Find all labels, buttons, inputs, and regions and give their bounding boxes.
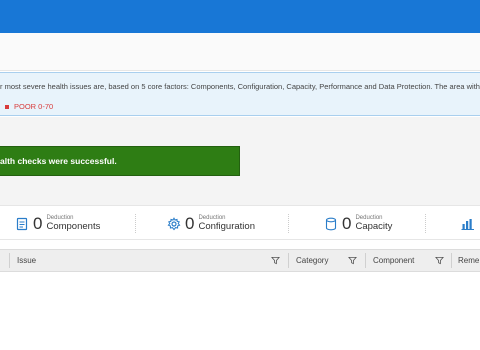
column-separator bbox=[451, 253, 452, 268]
column-header-issue-label: Issue bbox=[17, 256, 37, 265]
bar-chart-icon bbox=[461, 218, 474, 230]
deduction-summary: 0 Deduction Components 0 Deduction Confi… bbox=[0, 205, 480, 240]
database-icon bbox=[325, 217, 337, 230]
column-header-category[interactable]: Category bbox=[296, 250, 328, 271]
column-header-component-label: Component bbox=[373, 256, 415, 265]
metric-divider bbox=[288, 214, 289, 233]
gear-icon bbox=[167, 216, 181, 230]
success-message-text: alth checks were successful. bbox=[0, 156, 117, 166]
column-separator bbox=[9, 253, 10, 268]
components-label: Components bbox=[46, 221, 101, 233]
column-header-remediation-label: Reme bbox=[458, 256, 480, 265]
toolbar-area bbox=[0, 33, 480, 71]
app-header-bar bbox=[0, 0, 480, 33]
configuration-count: 0 bbox=[185, 214, 195, 233]
column-header-issue[interactable]: Issue bbox=[17, 250, 36, 271]
metric-configuration[interactable]: 0 Deduction Configuration bbox=[167, 206, 255, 241]
metric-divider bbox=[135, 214, 136, 233]
metric-divider bbox=[425, 214, 426, 233]
column-header-category-label: Category bbox=[296, 256, 329, 265]
column-separator bbox=[365, 253, 366, 268]
capacity-label: Capacity bbox=[355, 221, 393, 233]
filter-icon[interactable] bbox=[348, 256, 357, 265]
square-icon bbox=[5, 104, 9, 109]
metric-components[interactable]: 0 Deduction Components bbox=[15, 206, 100, 241]
filter-icon[interactable] bbox=[435, 256, 444, 265]
configuration-label: Configuration bbox=[198, 221, 255, 233]
health-legend-poor: POOR 0-70 bbox=[5, 102, 53, 111]
metric-capacity[interactable]: 0 Deduction Capacity bbox=[324, 206, 392, 241]
success-message: alth checks were successful. bbox=[0, 146, 240, 176]
metric-performance[interactable] bbox=[461, 206, 479, 241]
issues-table-header: Issue Category Component Reme bbox=[0, 249, 480, 272]
column-header-component[interactable]: Component bbox=[373, 250, 414, 271]
document-icon bbox=[16, 217, 28, 230]
info-banner-text: r most severe health issues are, based o… bbox=[0, 82, 480, 91]
column-separator bbox=[288, 253, 289, 268]
capacity-count: 0 bbox=[342, 214, 352, 233]
legend-label: POOR 0-70 bbox=[14, 102, 54, 111]
filter-icon[interactable] bbox=[271, 256, 280, 265]
components-count: 0 bbox=[33, 214, 43, 233]
column-header-remediation[interactable]: Reme bbox=[458, 250, 479, 271]
health-info-banner: r most severe health issues are, based o… bbox=[0, 72, 480, 116]
